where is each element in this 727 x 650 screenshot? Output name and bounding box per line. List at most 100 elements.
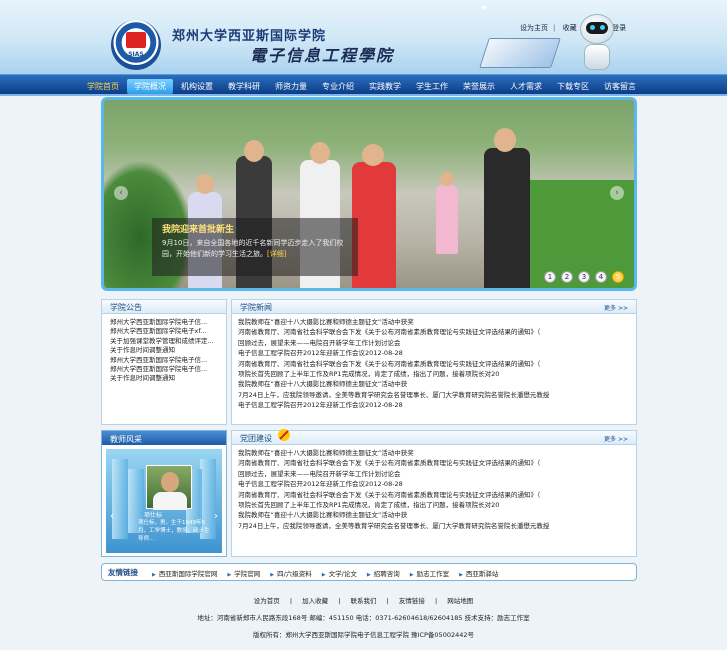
site-footer: 设为首页 | 加入收藏 | 联系我们 | 友情链接 | 网站地图 地址：河南省新… [0,590,727,650]
teacher-spotlight-title: 教师风采 [102,431,226,445]
footer-set-homepage-link[interactable]: 设为首页 [254,597,280,605]
separator: | [289,597,293,605]
school-logo[interactable]: SIAS [111,20,161,70]
nav-teaching-research[interactable]: 教学科研 [221,79,267,94]
friendly-link[interactable]: 西亚斯国际学院官网 [152,568,218,578]
party-building-panel: 党团建设 更多 >> 我院教师在“喜迎十八大摄影比赛和师德主题征文”活动中获奖 … [231,429,637,557]
separator: | [434,597,438,605]
dept-name: 電子信息工程學院 [250,46,395,65]
friendly-link[interactable]: 励志工作室 [410,568,450,578]
announcements-list: 郑州大学西亚斯国际学院电子信... 郑州大学西亚斯国际学院电子xf... 关于加… [102,314,226,384]
list-item[interactable]: 关于作息时间调整通知 [110,374,226,383]
robot-body [584,44,610,70]
friendly-link[interactable]: 学院官网 [227,568,260,578]
news-item[interactable]: 河南省教育厅、河南省社会科学联合会下发《关于公布河南省素质教育理论与实践征文评选… [238,327,636,337]
friendly-links-bar: 友情链接 西亚斯国际学院官网 学院官网 四/六级资料 文学/论文 招聘咨询 励志… [101,563,637,581]
news-item[interactable]: 项院长首先回顾了上半年工作及RP1完成情况，肯定了成绩，指出了问题，接着项院长对… [238,500,636,510]
set-homepage-link[interactable]: 设为主页 [520,24,548,32]
nav-overview[interactable]: 学院概况 [127,79,173,94]
news-item[interactable]: 电子信息工程学院召开2012年迎新工作会议2012-08-28 [238,400,636,410]
footer-bookmark-link[interactable]: 加入收藏 [302,597,328,605]
separator: | [338,597,341,605]
slide-dot-4[interactable]: 4 [595,271,607,283]
next-slide-button[interactable]: › [610,186,624,200]
photo-head [440,172,454,186]
photo-head [196,174,214,194]
friendly-link[interactable]: 四/六级资料 [270,568,312,578]
nav-guestbook[interactable]: 访客留言 [597,79,643,94]
laptop-illustration [479,38,561,68]
announcements-header: 学院公告 [102,300,226,314]
nav-practice[interactable]: 实践教学 [362,79,408,94]
footer-sitemap-link[interactable]: 网站地图 [447,597,473,605]
nav-honors[interactable]: 荣誉展示 [456,79,502,94]
banner-slideshow[interactable]: 我院迎来首批新生 9月10日，来自全国各地的近千名新同学迈步走入了我们校园，开始… [101,97,637,291]
news-item[interactable]: 河南省教育厅、河南省社会科学联合会下发《关于公布河南省素质教育理论与实践征文评选… [238,458,636,468]
teacher-next-icon[interactable]: › [214,511,218,522]
list-item[interactable]: 郑州大学西亚斯国际学院电子信... [110,356,226,365]
friendly-link[interactable]: 招聘咨询 [367,568,400,578]
list-item[interactable]: 郑州大学西亚斯国际学院电子信... [110,318,226,327]
photo-head [362,144,384,166]
nav-majors[interactable]: 专业介绍 [315,79,361,94]
slide-dot-1[interactable]: 1 [544,271,556,283]
list-item[interactable]: 郑州大学西亚斯国际学院电子xf... [110,327,226,336]
friendly-links-title: 友情链接 [108,568,138,577]
news-item[interactable]: 我院教师在“喜迎十八大摄影比赛和师德主题征文”活动中获奖 [238,448,636,458]
photo-head [310,142,330,164]
news-item[interactable]: 我院教师在“喜迎十八大摄影比赛和师德主题征文”活动中获奖 [238,317,636,327]
photo-person [484,148,530,288]
logo-emblem [126,32,146,48]
party-flag-icon [278,429,290,441]
separator: | [386,597,389,605]
nav-organization[interactable]: 机构设置 [174,79,220,94]
nav-talent[interactable]: 人才需求 [503,79,549,94]
prev-slide-button[interactable]: ‹ [114,186,128,200]
news-item[interactable]: 河南省教育厅、河南省社会科学联合会下发《关于公布河南省素质教育理论与实践征文评选… [238,359,636,369]
news-item[interactable]: 7月24日上午，应我院领导邀请，全美等教育学研究会名誉理事长、厦门大学教育研究院… [238,390,636,400]
nav-faculty[interactable]: 师资力量 [268,79,314,94]
friendly-link[interactable]: 文学/论文 [322,568,357,578]
footer-nav: 设为首页 | 加入收藏 | 联系我们 | 友情链接 | 网站地图 [0,595,727,605]
footer-links-link[interactable]: 友情链接 [399,597,425,605]
teacher-face [161,472,179,492]
teacher-spotlight-panel: 教师风采 ‹ › 项仕标 项仕标，男，生于1949年5月，工学博士，教授，硕士生… [101,430,227,557]
nav-student-work[interactable]: 学生工作 [409,79,455,94]
teacher-photo[interactable] [146,465,192,510]
nav-downloads[interactable]: 下载专区 [550,79,596,94]
news-item[interactable]: 我院教师在“喜迎十八大摄影比赛和师德主题征文”活动中获 [238,510,636,520]
news-item[interactable]: 河南省教育厅、河南省社会科学联合会下发《关于公布河南省素质教育理论与实践征文评选… [238,490,636,500]
teacher-carousel[interactable]: ‹ › 项仕标 项仕标，男，生于1949年5月，工学博士，教授，硕士生导师... [106,449,222,553]
news-item[interactable]: 项院长首先回顾了上半年工作及RP1完成情况，肯定了成绩，指出了问题，接着项院长对… [238,369,636,379]
announcements-panel: 学院公告 郑州大学西亚斯国际学院电子信... 郑州大学西亚斯国际学院电子xf..… [101,299,227,425]
college-news-panel: 学院新闻 更多 >> 我院教师在“喜迎十八大摄影比赛和师德主题征文”活动中获奖 … [231,299,637,425]
teacher-prev-icon[interactable]: ‹ [110,511,114,522]
news-item[interactable]: 电子信息工程学院召开2012年迎新工作会议2012-08-28 [238,479,636,489]
banner-text: 9月10日，来自全国各地的近千名新同学迈步走入了我们校园，开始他们新的学习生活之… [162,238,354,260]
footer-contact-link[interactable]: 联系我们 [351,597,377,605]
slide-dot-3[interactable]: 3 [578,271,590,283]
news-item[interactable]: 回顾过去，展望未来——电院召开新学年工作计划讨论会 [238,469,636,479]
banner-text-body: 9月10日，来自全国各地的近千名新同学迈步走入了我们校园，开始他们新的学习生活之… [162,239,344,258]
friendly-link[interactable]: 西亚斯驿站 [459,568,499,578]
slide-dot-5[interactable]: 5 [612,271,624,283]
banner-more-link[interactable]: [详细] [267,250,286,258]
bookmark-link[interactable]: 收藏 [563,24,577,32]
list-item[interactable]: 关于作息时间调整通知 [110,346,226,355]
list-item[interactable]: 关于加强课堂教学管理和成绩评定... [110,337,226,346]
banner-title[interactable]: 我院迎来首批新生 [162,222,234,235]
teacher-desc: 项仕标，男，生于1949年5月，工学博士，教授，硕士生导师... [138,520,210,542]
friendly-links-list: 西亚斯国际学院官网 学院官网 四/六级资料 文学/论文 招聘咨询 励志工作室 西… [152,568,508,578]
news-item[interactable]: 我院教师在“喜迎十八大摄影比赛和师德主题征文”活动中获 [238,379,636,389]
college-news-more-link[interactable]: 更多 >> [604,303,628,312]
nav-home[interactable]: 学院首页 [80,79,126,94]
news-item[interactable]: 回顾过去，展望未来——电院召开新学年工作计划讨论会 [238,338,636,348]
bird-icon: ✦ [480,3,489,14]
list-item[interactable]: 郑州大学西亚斯国际学院电子信... [110,365,226,374]
news-item[interactable]: 7月24日上午，应我院领导邀请，全美等教育学研究会名誉理事长、厦门大学教育研究院… [238,521,636,531]
party-building-more-link[interactable]: 更多 >> [604,434,628,443]
banner-caption: 我院迎来首批新生 9月10日，来自全国各地的近千名新同学迈步走入了我们校园，开始… [152,218,358,276]
footer-copyright: 版权所有：郑州大学西亚斯国际学院电子信息工程学院 豫ICP备05002442号 [252,631,475,639]
news-item[interactable]: 电子信息工程学院召开2012年迎新工作会议2012-08-28 [238,348,636,358]
slide-dot-2[interactable]: 2 [561,271,573,283]
